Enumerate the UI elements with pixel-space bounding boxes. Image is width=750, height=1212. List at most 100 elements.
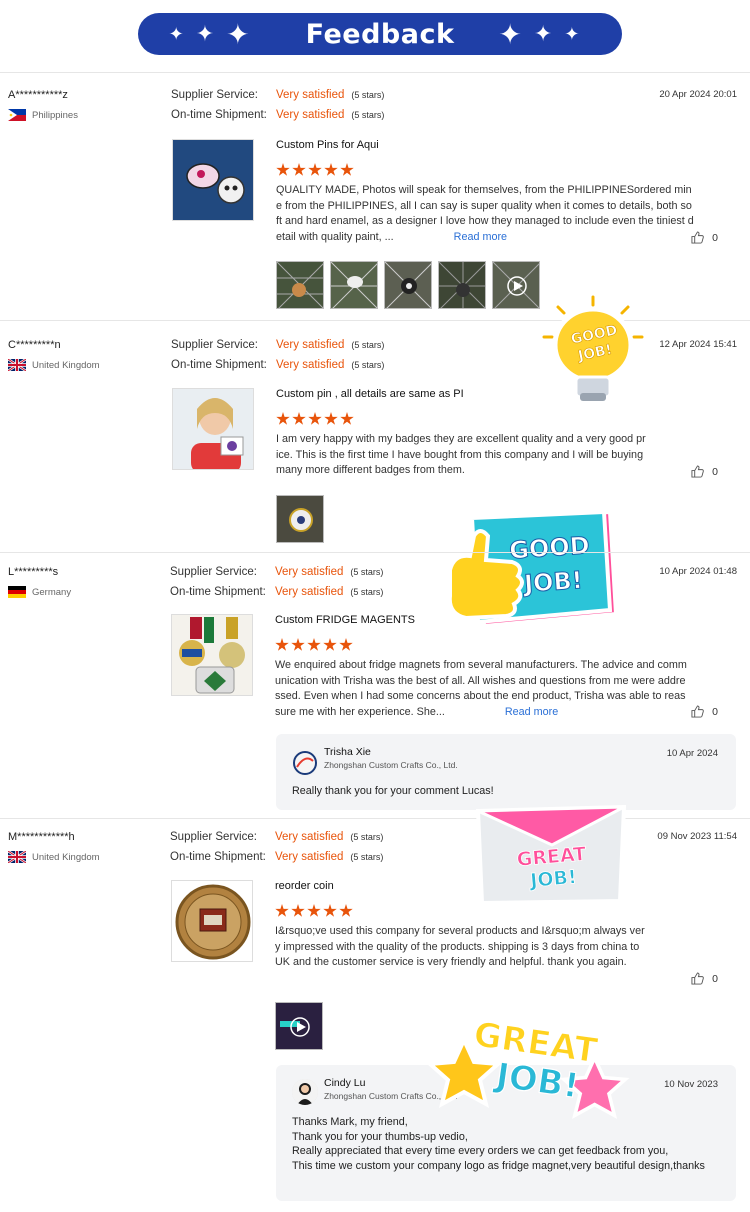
product-thumbnail[interactable] [171, 880, 253, 962]
review-photo[interactable] [330, 261, 378, 309]
reply-author-name: Trisha Xie [324, 746, 371, 758]
review-video[interactable] [275, 1002, 323, 1050]
buyer-country: United Kingdom [8, 851, 100, 863]
thumbs-up-icon [691, 465, 704, 478]
reply-date: 10 Apr 2024 [666, 748, 718, 759]
star-icon [324, 412, 338, 425]
review-text: I&rsquo;ve used this company for several… [275, 925, 645, 968]
star-icon [276, 163, 290, 176]
country-name: Philippines [32, 109, 78, 121]
review-video[interactable] [492, 261, 540, 309]
ontime-shipment-rating: On-time Shipment: Very satisfied (5 star… [170, 851, 384, 863]
buyer-name: A***********z [8, 89, 68, 101]
feedback-banner: ✦ ✦ ✦ Feedback ✦ ✦ ✦ [138, 13, 622, 55]
review-photo[interactable] [384, 261, 432, 309]
buyer-name: M************h [8, 831, 75, 843]
buyer-country: Germany [8, 586, 71, 598]
product-thumbnail[interactable] [172, 388, 254, 470]
star-icon [275, 904, 289, 917]
supplier-avatar [292, 1079, 318, 1105]
page-title: Feedback [305, 18, 455, 50]
like-count: 0 [712, 231, 718, 244]
divider [0, 818, 750, 819]
reply-text: Really thank you for your comment Lucas! [292, 785, 494, 797]
star-icon [339, 638, 353, 651]
like-button[interactable]: 0 [691, 231, 718, 244]
like-count: 0 [712, 705, 718, 718]
read-more-link[interactable]: Read more [454, 231, 507, 243]
review-text: I am very happy with my badges they are … [276, 433, 646, 476]
sparkle-icons-right: ✦ ✦ ✦ [498, 18, 592, 50]
buyer-country: Philippines [8, 109, 78, 121]
product-title[interactable]: Custom Pins for Aqui [276, 139, 379, 151]
buyer-name: L*********s [8, 566, 59, 578]
review-text: QUALITY MADE, Photos will speak for them… [276, 184, 694, 243]
star-icon [323, 904, 337, 917]
star-icon [291, 638, 305, 651]
divider [0, 552, 750, 553]
divider [0, 72, 750, 73]
star-icon [324, 163, 338, 176]
star-rating [275, 638, 353, 652]
ontime-shipment-rating: On-time Shipment: Very satisfied (5 star… [170, 586, 384, 598]
star-icon [308, 412, 322, 425]
thumbs-up-icon [691, 972, 704, 985]
star-icon [307, 904, 321, 917]
product-thumbnail[interactable] [172, 139, 254, 221]
ontime-shipment-rating: On-time Shipment: Very satisfied (5 star… [171, 359, 385, 371]
read-more-link[interactable]: Read more [505, 706, 558, 718]
star-rating [276, 163, 354, 177]
supplier-service-rating: Supplier Service: Very satisfied (5 star… [171, 339, 385, 351]
star-rating [275, 904, 353, 918]
star-rating [276, 412, 354, 426]
star-icon [323, 638, 337, 651]
supplier-avatar [292, 750, 318, 776]
star-icon [339, 904, 353, 917]
star-icon [308, 163, 322, 176]
review-text: We enquired about fridge magnets from se… [275, 659, 687, 718]
product-title[interactable]: Custom FRIDGE MAGENTS [275, 614, 415, 626]
country-name: Germany [32, 586, 72, 598]
philippines-flag-icon [8, 109, 26, 121]
star-icon [276, 412, 290, 425]
like-button[interactable]: 0 [691, 465, 718, 478]
buyer-country: United Kingdom [8, 359, 100, 371]
reply-date: 10 Nov 2023 [664, 1079, 718, 1090]
supplier-service-rating: Supplier Service: Very satisfied (5 star… [171, 89, 385, 101]
ontime-shipment-rating: On-time Shipment: Very satisfied (5 star… [171, 109, 385, 121]
star-icon [291, 904, 305, 917]
review-photo[interactable] [438, 261, 486, 309]
like-button[interactable]: 0 [691, 705, 718, 718]
review-date: 12 Apr 2024 15:41 [659, 339, 737, 350]
product-title[interactable]: reorder coin [275, 880, 334, 892]
review-photo[interactable] [276, 495, 324, 543]
star-icon [275, 638, 289, 651]
star-icon [292, 163, 306, 176]
product-thumbnail[interactable] [171, 614, 253, 696]
svg-text:JOB!: JOB! [527, 866, 577, 892]
reply-author-name: Cindy Lu [324, 1077, 366, 1089]
like-button[interactable]: 0 [691, 972, 718, 985]
supplier-service-rating: Supplier Service: Very satisfied (5 star… [170, 831, 384, 843]
review-photo[interactable] [276, 261, 324, 309]
like-count: 0 [712, 972, 718, 985]
good-job-lightbulb-sticker: GOOD JOB! [538, 293, 648, 413]
reply-company: Zhongshan Custom Crafts Co., Ltd. [324, 760, 458, 770]
country-name: United Kingdom [32, 851, 100, 863]
svg-text:JOB!: JOB! [521, 566, 583, 598]
star-icon [340, 412, 354, 425]
thumbs-up-icon [691, 231, 704, 244]
like-count: 0 [712, 465, 718, 478]
country-name: United Kingdom [32, 359, 100, 371]
product-title[interactable]: Custom pin , all details are same as PI [276, 388, 464, 400]
buyer-name: C*********n [8, 339, 61, 351]
star-icon [307, 638, 321, 651]
supplier-service-rating: Supplier Service: Very satisfied (5 star… [170, 566, 384, 578]
supplier-reply: Trisha Xie Zhongshan Custom Crafts Co., … [276, 734, 736, 810]
review-date: 10 Apr 2024 01:48 [659, 566, 737, 577]
good-job-thumbs-sticker: GOOD JOB! [440, 509, 620, 635]
svg-text:GOOD: GOOD [508, 531, 590, 565]
review-date: 20 Apr 2024 20:01 [659, 89, 737, 100]
great-job-envelope-sticker: GREAT JOB! [472, 804, 630, 906]
uk-flag-icon [8, 851, 26, 863]
